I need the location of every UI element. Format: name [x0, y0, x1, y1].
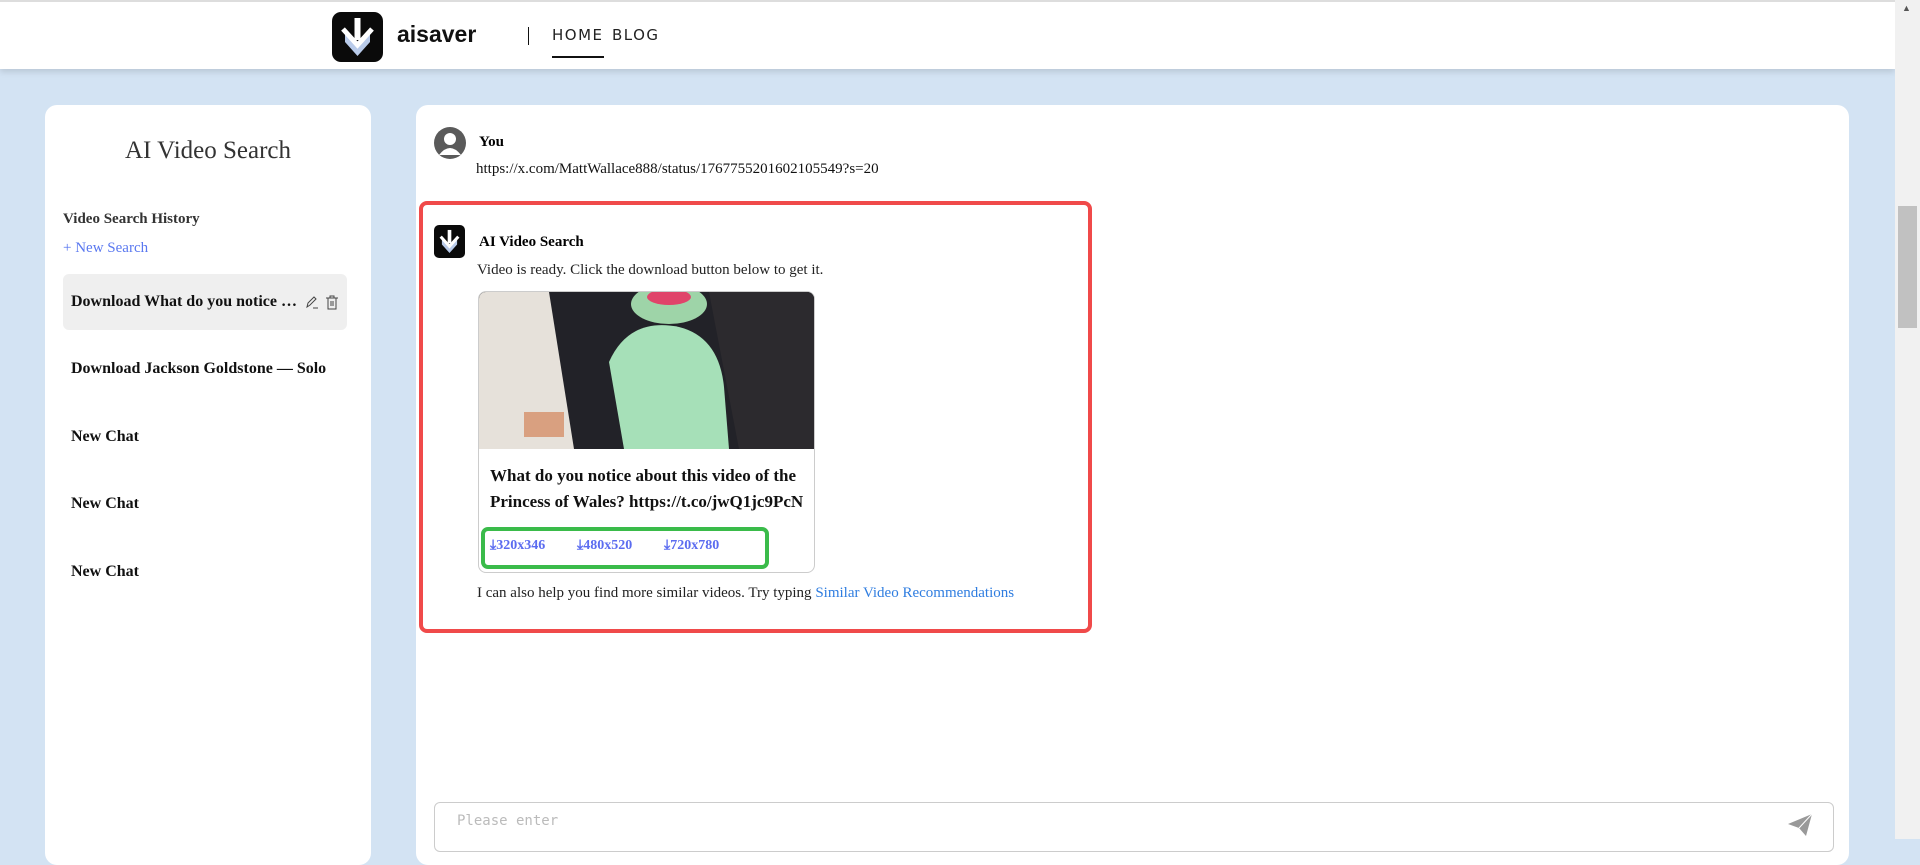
followup-text: I can also help you find more similar vi… — [477, 585, 1015, 601]
scrollbar-thumb[interactable] — [1898, 206, 1917, 328]
history-item-label: New Chat — [71, 495, 139, 512]
new-search-label: New Search — [75, 240, 149, 256]
plus-icon: + — [63, 240, 76, 256]
nav-home[interactable]: HOME — [552, 26, 604, 58]
divider — [528, 27, 529, 45]
scrollbar[interactable] — [1895, 0, 1920, 839]
download-720x780-link[interactable]: ⤓720x780 — [664, 538, 719, 554]
history-item-label: Download What do you notice about this v… — [71, 293, 299, 310]
chat-input-box — [434, 802, 1834, 852]
user-message: https://x.com/MattWallace888/status/1767… — [476, 161, 879, 177]
edit-icon[interactable] — [305, 295, 319, 309]
history-item[interactable]: Download What do you notice about this v… — [63, 274, 347, 330]
history-item[interactable]: New Chat — [63, 409, 347, 465]
sidebar: AI Video Search Video Search History + N… — [45, 105, 371, 865]
user-name: You — [479, 134, 505, 150]
similar-videos-link[interactable]: Similar Video Recommendations — [815, 585, 1014, 601]
bot-name: AI Video Search — [479, 234, 584, 250]
video-title: What do you notice about this video of t… — [490, 466, 804, 511]
download-320x346-link[interactable]: ⤓320x346 — [490, 538, 545, 554]
user-avatar-icon — [434, 127, 466, 159]
download-480x520-link[interactable]: ⤓480x520 — [577, 538, 632, 554]
brand-name[interactable]: aisaver — [397, 21, 476, 48]
trash-icon[interactable] — [325, 295, 339, 310]
scroll-up-icon[interactable]: ▲ — [1902, 3, 1911, 13]
header: aisaver HOME BLOG — [0, 0, 1895, 69]
video-thumbnail[interactable] — [479, 292, 814, 449]
history-item[interactable]: New Chat — [63, 476, 347, 532]
history-item[interactable]: Download Jackson Goldstone — Solo — [63, 341, 347, 397]
history-label: Video Search History — [63, 211, 200, 227]
aisaver-logo-icon[interactable] — [332, 12, 383, 62]
history-item[interactable]: New Chat — [63, 544, 347, 600]
sidebar-title: AI Video Search — [124, 137, 292, 164]
bot-message: Video is ready. Click the download butto… — [477, 262, 824, 278]
history-item-label: New Chat — [71, 428, 139, 445]
nav-blog[interactable]: BLOG — [612, 26, 660, 44]
chat-input[interactable] — [457, 813, 1757, 829]
history-item-label: New Chat — [71, 563, 139, 580]
send-icon[interactable] — [1787, 813, 1813, 842]
bot-avatar-icon — [434, 225, 465, 258]
history-item-label: Download Jackson Goldstone — Solo — [71, 360, 327, 377]
new-search-button[interactable]: + New Search — [63, 240, 148, 257]
